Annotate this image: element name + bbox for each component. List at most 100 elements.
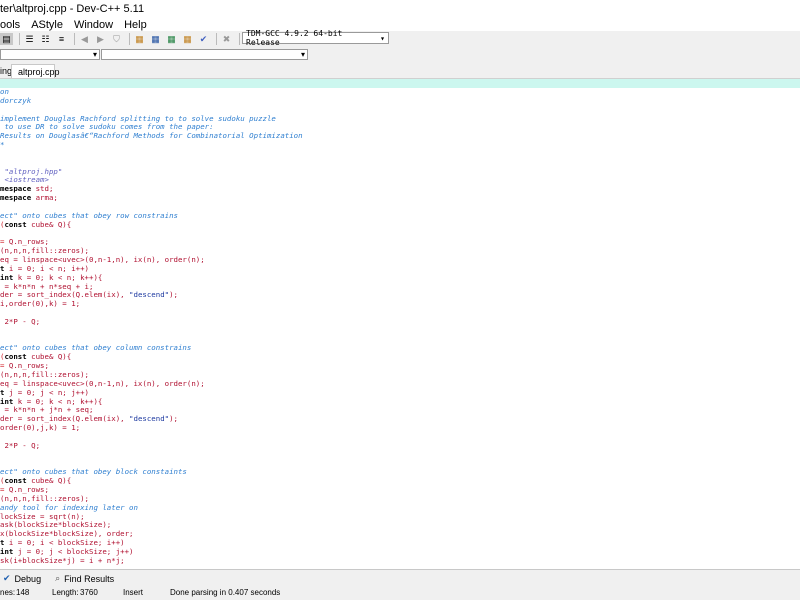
menu-help[interactable]: Help [124,19,147,31]
stop-execution-icon[interactable]: ✖ [220,33,233,45]
chevron-down-icon: ▾ [300,50,305,59]
debug-tab-label: Debug [14,573,42,584]
menu-window[interactable]: Window [74,19,113,31]
code-token: mespace [0,184,32,194]
code-token: eq = linspace<uvec>(0,n-1,n), ix(n), ord… [0,255,205,265]
code-token: i = 0; i < blockSize; i++) [4,538,125,548]
code-line: sk(i+blockSize*j) = i + n*j; [0,555,303,566]
main-toolbar: ▤ ☰ ☷ ≡ ◀ ▶ ⛉ ▦ ▦ ▦ ▦ ✔ ✖ ▮ ● [0,31,800,47]
title-bar: ter\altproj.cpp - Dev-C++ 5.11 [0,0,800,18]
code-line: (const cube& Q){ [0,219,303,230]
code-token: Q.n_rows; [4,237,49,247]
code-token: ask(blockSize*blockSize); [0,520,112,530]
code-token: (n,n,n,fill::zeros); [0,493,89,503]
code-token: k = 0; k < n; k++){ [13,272,103,282]
code-token: 2*P - Q; [0,440,41,450]
menu-astyle[interactable]: AStyle [31,19,63,31]
toggle-comment-icon[interactable]: ≡ [55,33,68,45]
debug-tab[interactable]: ✔ Debug [0,573,41,584]
separator [74,33,75,45]
chevron-down-icon: ▾ [92,50,97,59]
code-token: arma; [31,193,58,203]
code-token: andy tool for indexing later on [0,502,138,512]
code-token: i,order(0),k) = 1; [0,299,81,309]
code-token: implement Douglas Rachford splitting to … [0,113,276,123]
class-browser-select[interactable]: ▾ [0,49,100,60]
tab-previous-file[interactable]: ing [0,64,12,78]
code-token: mespace [0,193,32,203]
code-editor[interactable]: on dorczyk implement Douglas Rachford spli… [0,79,800,569]
code-token: der = sort_index(Q.elem(ix), [0,290,130,300]
code-token: "altproj.hpp" [0,166,63,176]
goto-back-icon[interactable]: ◀ [78,33,91,45]
separator [19,33,20,45]
bottom-panel-tabs: ✔ Debug ⌕ Find Results [0,569,800,587]
compiler-select[interactable]: TDM-GCC 4.9.2 64-bit Release ▾ [242,29,389,47]
unindent-icon[interactable]: ☷ [39,33,52,45]
bookmark-icon[interactable]: ⛉ [110,33,123,45]
code-token: j = 0; j < n; j++) [4,387,89,397]
code-token: const [4,352,27,362]
status-bar: nes: 148 Length: 3760 Insert Done parsin… [0,586,800,600]
check-syntax-icon[interactable]: ✔ [197,33,210,45]
code-token: i = 0; i < n; i++) [4,263,89,273]
tab-altproj[interactable]: altproj.cpp [11,64,60,78]
code-token: j = 0; j < blockSize; j++) [13,546,134,556]
search-icon: ⌕ [55,573,61,583]
menu-tools[interactable]: ools [0,19,20,31]
code-token: ); [169,290,178,300]
code-token: "descend" [129,414,170,424]
code-text: on dorczyk implement Douglas Rachford spli… [0,87,303,566]
code-token: 2*P - Q; [0,316,41,326]
code-token: (n,n,n,fill::zeros); [0,370,89,379]
code-token: Q.n_rows; [4,484,49,494]
goto-forward-icon[interactable]: ▶ [94,33,107,45]
status-length: 3760 [80,588,98,597]
check-icon: ✔ [3,573,11,583]
code-line: 2*P - Q; [0,316,303,327]
code-token: x(blockSize*blockSize), order; [0,529,134,539]
editor-tab-bar [0,62,800,79]
window-title: ter\altproj.cpp - Dev-C++ 5.11 [0,3,145,15]
code-line: * [0,140,303,150]
code-token: eq = linspace<uvec>(0,n-1,n), ix(n), ord… [0,378,205,388]
code-token: to use DR to solve sudoku comes from the… [0,122,214,132]
code-token: dorczyk [0,95,32,105]
code-token: const [4,476,27,486]
compile-run-icon[interactable]: ▦ [165,33,178,45]
code-line: dorczyk [0,95,303,106]
code-token: Results on Douglasâ€“Rachford Methods fo… [0,131,303,141]
print-icon[interactable]: ▤ [0,33,13,45]
status-parse: Done parsing in 0.407 seconds [170,588,281,597]
current-line-highlight [0,79,800,88]
code-token: cube& Q){ [26,352,72,362]
compiler-value: TDM-GCC 4.9.2 64-bit Release [246,29,343,47]
code-token: = k*n*n + j*n + seq; [0,405,94,415]
code-token: k = 0; k < n; k++){ [13,396,103,406]
code-line: on [0,87,303,97]
indent-icon[interactable]: ☰ [23,33,36,45]
code-token: int [0,272,14,282]
member-select[interactable]: ▾ [101,49,308,60]
code-token: <iostream> [0,175,49,185]
compile-icon[interactable]: ▦ [133,33,146,45]
code-line: Results on Douglasâ€“Rachford Methods fo… [0,131,303,141]
code-token: = k*n*n + n*seq + i; [0,281,94,291]
code-token: (n,n,n,fill::zeros); [0,246,89,256]
run-icon[interactable]: ▦ [149,33,162,45]
find-results-tab[interactable]: ⌕ Find Results [55,573,114,584]
code-token: ect" onto cubes that obey block constain… [0,467,187,477]
code-line: order(0),j,k) = 1; [0,423,303,433]
rebuild-icon[interactable]: ▦ [181,33,194,45]
code-token: order(0),j,k) = 1; [0,423,81,433]
code-token: int [0,546,14,556]
menu-bar: ools AStyle Window Help [0,18,800,32]
status-mode: Insert [123,588,144,597]
code-token: sk(i+blockSize*j) = i + n*j; [0,555,125,565]
code-token: const [4,219,27,229]
